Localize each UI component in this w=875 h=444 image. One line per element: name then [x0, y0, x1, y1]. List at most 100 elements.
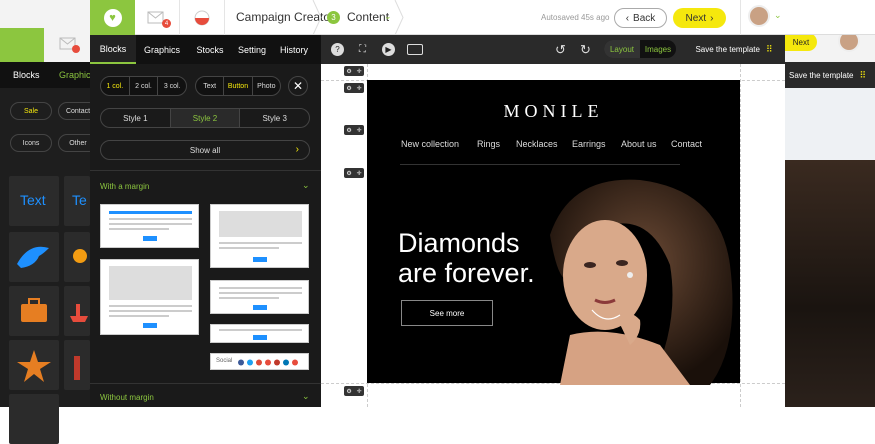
divider	[740, 0, 741, 35]
section-with-margin[interactable]: With a margin	[100, 182, 149, 191]
email-nav-contact[interactable]: Contact	[671, 139, 702, 149]
sun-icon	[64, 232, 90, 282]
settings-icon: ⚙	[346, 388, 352, 395]
email-nav-about-us[interactable]: About us	[621, 139, 657, 149]
chevron-left-icon: ‹	[625, 12, 630, 24]
redo-icon[interactable]: ↻	[578, 42, 593, 57]
block-handle[interactable]: ⚙ ✛	[344, 125, 364, 135]
block-handle[interactable]: ⚙ ✛	[344, 66, 364, 76]
autosave-status: Autosaved 45s ago	[541, 13, 610, 22]
email-headline[interactable]: Diamonds are forever.	[398, 228, 535, 288]
guide-line	[740, 64, 741, 407]
grid-icon: ⠿	[765, 43, 773, 54]
email-nav-earrings[interactable]: Earrings	[572, 139, 606, 149]
close-icon[interactable]: ✕	[288, 76, 308, 96]
block-thumbnail[interactable]	[100, 259, 199, 335]
social-block-thumbnail[interactable]: Social	[210, 353, 309, 370]
app-logo[interactable]: ♥	[90, 0, 135, 35]
chevron-down-icon[interactable]: ⌄	[302, 180, 310, 191]
section-without-margin[interactable]: Without margin	[100, 393, 154, 402]
step-number-badge: 3	[327, 11, 340, 24]
block-thumbnail[interactable]	[100, 204, 199, 248]
social-icons	[238, 359, 298, 366]
option-text[interactable]: Text	[196, 77, 225, 95]
notification-badge: 4	[162, 19, 171, 28]
messages-button[interactable]: 4	[135, 0, 180, 35]
background-tabs: Blocks Graphics	[0, 62, 95, 88]
show-all-button[interactable]: Show all ›	[100, 140, 310, 160]
email-brand-logo: MONILE	[503, 101, 604, 121]
poland-flag-icon	[194, 10, 210, 25]
undo-icon[interactable]: ↺	[553, 42, 568, 57]
option-2-col[interactable]: 2 col.	[130, 77, 159, 95]
image-placeholder-icon	[109, 266, 192, 300]
language-button[interactable]	[180, 0, 225, 35]
background-save-template: Save the template ⠿	[785, 62, 875, 88]
suitcase-icon	[9, 286, 59, 336]
background-chip-icons: Icons	[10, 134, 52, 152]
block-thumbnail[interactable]	[210, 204, 309, 268]
move-icon: ✛	[356, 127, 362, 134]
block-thumbnail[interactable]	[210, 280, 309, 314]
divider	[90, 170, 321, 171]
option-button[interactable]: Button	[224, 77, 253, 95]
block-thumbnail[interactable]	[210, 324, 309, 343]
save-template-button[interactable]: Save the template ⠿	[690, 40, 778, 58]
starfish-icon	[9, 340, 59, 390]
play-icon[interactable]: ▶	[382, 43, 395, 56]
background-next-button: Next	[785, 33, 817, 51]
next-button[interactable]: Next ›	[673, 8, 726, 28]
see-more-button[interactable]: See more	[401, 300, 493, 326]
help-icon[interactable]: ?	[331, 43, 344, 56]
tab-blocks[interactable]: Blocks	[90, 35, 136, 64]
panel-tabs: Blocks Graphics Stocks Setting History	[90, 35, 321, 64]
keyboard-icon[interactable]	[407, 44, 423, 55]
move-icon: ✛	[356, 85, 362, 92]
columns-selector: 1 col. 2 col. 3 col.	[100, 76, 187, 96]
background-logo	[0, 28, 44, 62]
grid-icon: ⠿	[859, 69, 867, 80]
chevron-right-icon: ›	[295, 144, 299, 155]
option-3-col[interactable]: 3 col.	[158, 77, 186, 95]
divider	[90, 383, 321, 384]
back-button[interactable]: ‹ Back	[614, 8, 667, 28]
block-type-selector: Text Button Photo	[195, 76, 281, 96]
model-photo	[550, 179, 733, 385]
view-toggle: Layout Images	[604, 40, 676, 58]
step-content-dropdown[interactable]: Content	[347, 10, 389, 24]
block-handle[interactable]: ⚙ ✛	[344, 83, 364, 93]
style-3-option[interactable]: Style 3	[240, 109, 309, 127]
move-icon: ✛	[356, 388, 362, 395]
tower-icon	[64, 340, 90, 390]
settings-icon: ⚙	[346, 68, 352, 75]
view-images-option[interactable]: Images	[640, 40, 676, 58]
tab-history[interactable]: History	[272, 35, 316, 64]
image-placeholder-icon	[219, 211, 302, 237]
chevron-right-icon: ›	[710, 12, 714, 24]
option-1-col[interactable]: 1 col.	[101, 77, 130, 95]
email-nav-new-collection[interactable]: New collection	[401, 139, 459, 149]
view-layout-option[interactable]: Layout	[604, 40, 640, 58]
chevron-down-icon[interactable]: ⌄	[774, 10, 782, 21]
fullscreen-icon[interactable]: ⛶	[356, 43, 369, 56]
move-icon: ✛	[356, 170, 362, 177]
email-nav-rings[interactable]: Rings	[477, 139, 500, 149]
email-nav-necklaces[interactable]: Necklaces	[516, 139, 558, 149]
tab-stocks[interactable]: Stocks	[188, 35, 232, 64]
background-chip-sale: Sale	[10, 102, 52, 120]
user-avatar[interactable]	[748, 5, 770, 27]
option-photo[interactable]: Photo	[253, 77, 280, 95]
tab-setting[interactable]: Setting	[232, 35, 272, 64]
block-handle[interactable]: ⚙ ✛	[344, 386, 364, 396]
breadcrumb-separator-icon	[394, 0, 404, 35]
chevron-down-icon[interactable]: ⌄	[302, 391, 310, 402]
style-2-option[interactable]: Style 2	[170, 109, 241, 127]
tab-graphics[interactable]: Graphics	[136, 35, 188, 64]
background-tile-text: Text	[9, 176, 59, 226]
background-tile	[9, 394, 59, 444]
block-handle[interactable]: ⚙ ✛	[344, 168, 364, 178]
dolphin-icon	[9, 232, 59, 282]
background-envelope-icon	[58, 33, 80, 55]
style-1-option[interactable]: Style 1	[101, 109, 171, 127]
settings-icon: ⚙	[346, 170, 352, 177]
